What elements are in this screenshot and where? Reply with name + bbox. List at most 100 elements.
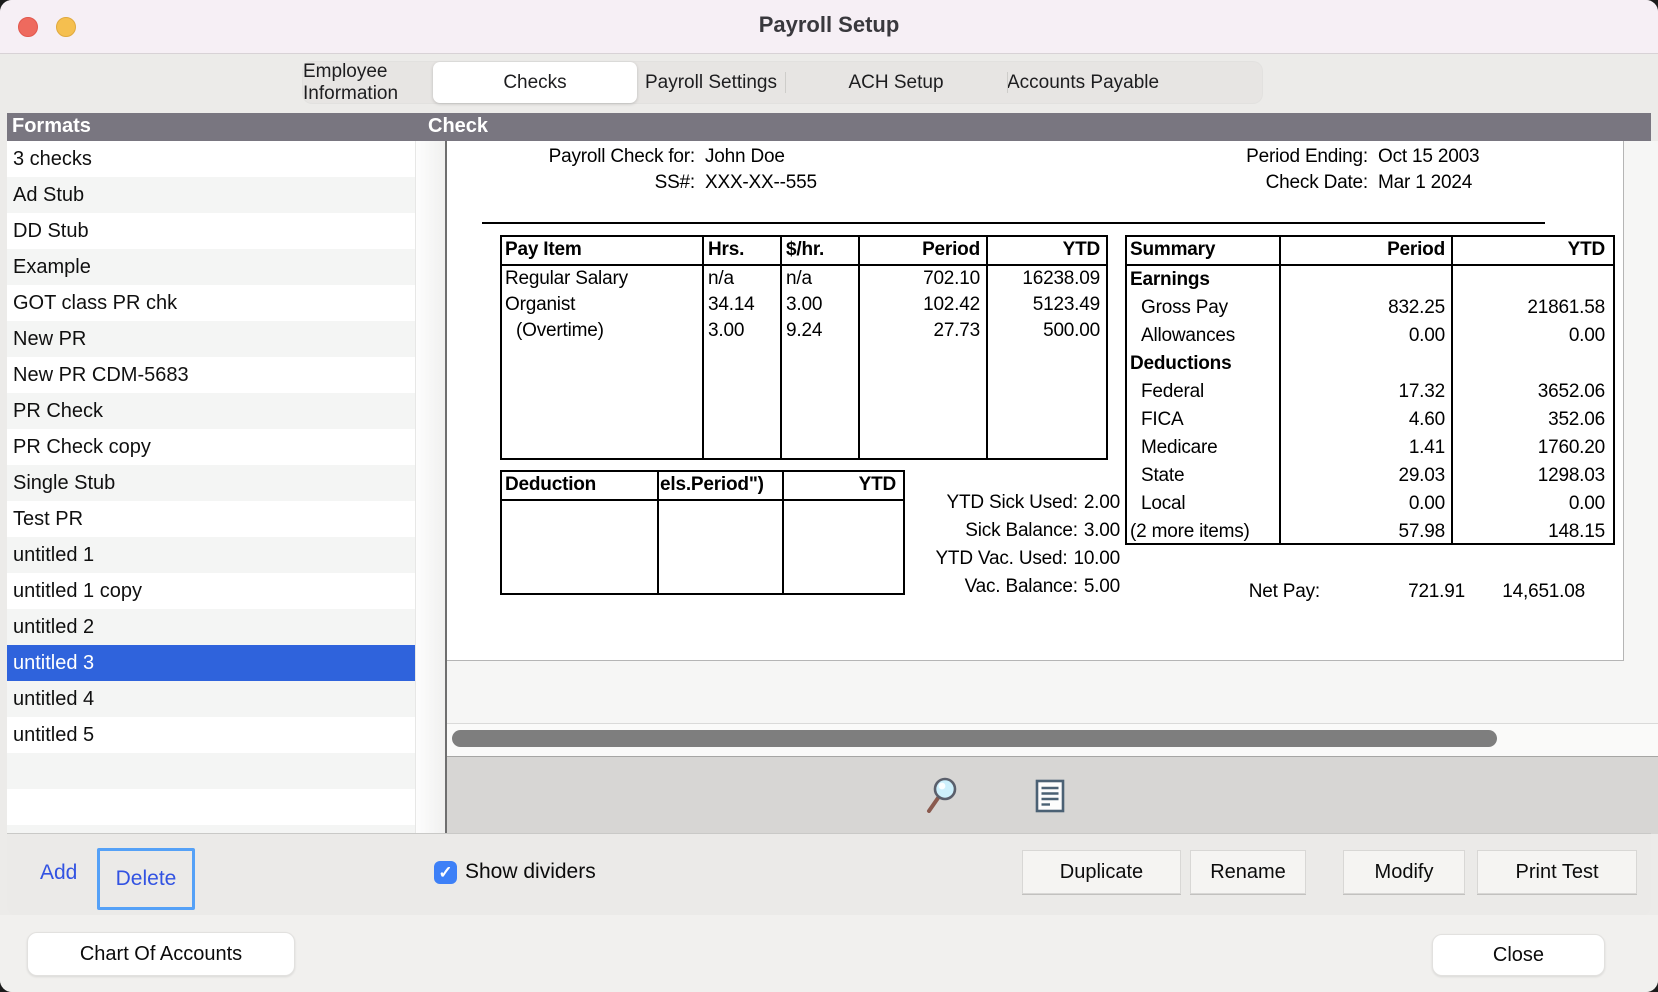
summary-period: 0.00	[1285, 322, 1445, 348]
col-header-period-clipped: els.Period")	[660, 472, 776, 498]
format-list-item[interactable]: DD Stub	[7, 213, 415, 249]
tab[interactable]: Checks	[433, 62, 637, 103]
format-name: untitled 4	[13, 688, 94, 710]
pay-item-rate: 9.24	[786, 318, 852, 344]
format-name: Ad Stub	[13, 184, 84, 206]
modify-button[interactable]: Modify	[1343, 850, 1465, 894]
leave-value: 5.00	[1084, 576, 1120, 597]
format-name: GOT class PR chk	[13, 292, 177, 314]
add-button[interactable]: Add	[40, 861, 77, 885]
format-list-item[interactable]: untitled 5	[7, 717, 415, 753]
deduction-table-header: Deduction els.Period") YTD	[502, 472, 903, 501]
leave-value: 2.00	[1084, 492, 1120, 513]
tab-label: Payroll Settings	[645, 72, 777, 94]
format-list-item[interactable]: untitled 1	[7, 537, 415, 573]
leave-value: 10.00	[1073, 548, 1120, 569]
summary-label: State	[1130, 462, 1285, 488]
ssn-value: XXX-XX--555	[705, 172, 817, 194]
delete-button-focus-ring: Delete	[97, 848, 195, 910]
formats-list-scrollbar[interactable]	[415, 141, 446, 833]
format-name: Test PR	[13, 508, 83, 530]
format-list-item[interactable]: untitled 2	[7, 609, 415, 645]
format-name: New PR CDM-5683	[13, 364, 189, 386]
window-title: Payroll Setup	[0, 12, 1658, 38]
format-name: New PR	[13, 328, 86, 350]
format-list-item[interactable]: Ad Stub	[7, 177, 415, 213]
summary-row: FICA 4.60 352.06	[1127, 406, 1613, 434]
magnify-tool-button[interactable]	[922, 774, 962, 814]
format-list-item[interactable]: Example	[7, 249, 415, 285]
format-list-item[interactable]: 3 checks	[7, 141, 415, 177]
col-header-ytd: YTD	[992, 237, 1100, 263]
col-header-period: Period	[864, 237, 980, 263]
format-list-item[interactable]: untitled 3	[7, 645, 415, 681]
period-ending-value: Oct 15 2003	[1378, 146, 1479, 168]
summary-period	[1285, 266, 1445, 292]
format-list-item[interactable]: New PR	[7, 321, 415, 357]
summary-row: Medicare 1.41 1760.20	[1127, 434, 1613, 462]
format-list-item[interactable]: PR Check copy	[7, 429, 415, 465]
check-preview-page: Payroll Check for: John Doe SS#: XXX-XX-…	[447, 141, 1624, 661]
format-name: untitled 3	[13, 652, 94, 674]
deduction-table: Deduction els.Period") YTD	[500, 470, 905, 595]
summary-row: Allowances 0.00 0.00	[1127, 322, 1613, 350]
format-name: untitled 1	[13, 544, 94, 566]
leave-label: YTD Sick Used:	[947, 492, 1078, 513]
summary-label: Allowances	[1130, 322, 1285, 348]
col-header-ytd: YTD	[1457, 237, 1605, 263]
summary-label: Earnings	[1130, 266, 1274, 292]
summary-row: Gross Pay 832.25 21861.58	[1127, 294, 1613, 322]
stub-layout-button[interactable]	[1030, 776, 1070, 816]
pay-item-ytd: 5123.49	[992, 292, 1100, 318]
tab[interactable]: Accounts Payable	[1007, 62, 1159, 103]
leave-label: Vac. Balance:	[965, 576, 1078, 597]
format-name: PR Check copy	[13, 436, 151, 458]
chart-of-accounts-button[interactable]: Chart Of Accounts	[27, 932, 295, 976]
col-header-rate: $/hr.	[786, 237, 852, 263]
payee-value: John Doe	[705, 146, 785, 168]
summary-period: 4.60	[1285, 406, 1445, 432]
preview-hscrollbar-thumb[interactable]	[452, 730, 1497, 747]
pay-item-rate: 3.00	[786, 292, 852, 318]
summary-label: FICA	[1130, 406, 1285, 432]
formats-list: 3 checks Ad Stub DD StubExample GOT class P…	[7, 141, 415, 833]
pay-item-hrs: n/a	[708, 266, 774, 292]
format-list-item[interactable]: Test PR	[7, 501, 415, 537]
print-test-button[interactable]: Print Test	[1477, 850, 1637, 894]
pay-item-name: Organist	[505, 292, 697, 318]
summary-row: Local 0.00 0.00	[1127, 490, 1613, 518]
close-button[interactable]: Close	[1432, 934, 1605, 976]
check-divider-rule	[482, 222, 1545, 224]
pay-item-row: (Overtime) 3.00 9.24 27.73 500.00	[502, 318, 1106, 344]
format-list-item[interactable]: New PR CDM-5683	[7, 357, 415, 393]
format-list-item[interactable]: GOT class PR chk	[7, 285, 415, 321]
format-name: untitled 5	[13, 724, 94, 746]
duplicate-button[interactable]: Duplicate	[1022, 850, 1181, 894]
rename-button[interactable]: Rename	[1190, 850, 1306, 894]
tab[interactable]: Employee Information	[303, 62, 433, 103]
pay-item-hrs: 3.00	[708, 318, 774, 344]
section-header-bar: Formats Check	[7, 113, 1651, 141]
pay-item-ytd: 500.00	[992, 318, 1100, 344]
summary-label: Local	[1130, 490, 1285, 516]
delete-button[interactable]: Delete	[116, 867, 177, 891]
show-dividers-checkbox[interactable]: ✓	[434, 861, 457, 884]
tab[interactable]: ACH Setup	[785, 62, 1007, 103]
leave-line: YTD Vac. Used:10.00	[860, 545, 1120, 573]
footer-bar: Chart Of Accounts Close	[0, 915, 1658, 992]
tab[interactable]: Payroll Settings	[637, 62, 785, 103]
format-list-item[interactable]: Single Stub	[7, 465, 415, 501]
format-list-item[interactable]: untitled 1 copy	[7, 573, 415, 609]
summary-ytd: 0.00	[1457, 322, 1605, 348]
format-list-item[interactable]: PR Check	[7, 393, 415, 429]
summary-ytd	[1457, 266, 1605, 292]
pay-item-ytd: 16238.09	[992, 266, 1100, 292]
net-pay-label: Net Pay:	[1180, 581, 1320, 603]
format-name: PR Check	[13, 400, 103, 422]
leave-line: YTD Sick Used: 2.00	[860, 489, 1120, 517]
format-list-item[interactable]: untitled 4	[7, 681, 415, 717]
summary-label: (2 more items)	[1130, 518, 1274, 544]
summary-ytd: 3652.06	[1457, 378, 1605, 404]
summary-ytd: 1298.03	[1457, 462, 1605, 488]
summary-ytd: 148.15	[1457, 518, 1605, 544]
